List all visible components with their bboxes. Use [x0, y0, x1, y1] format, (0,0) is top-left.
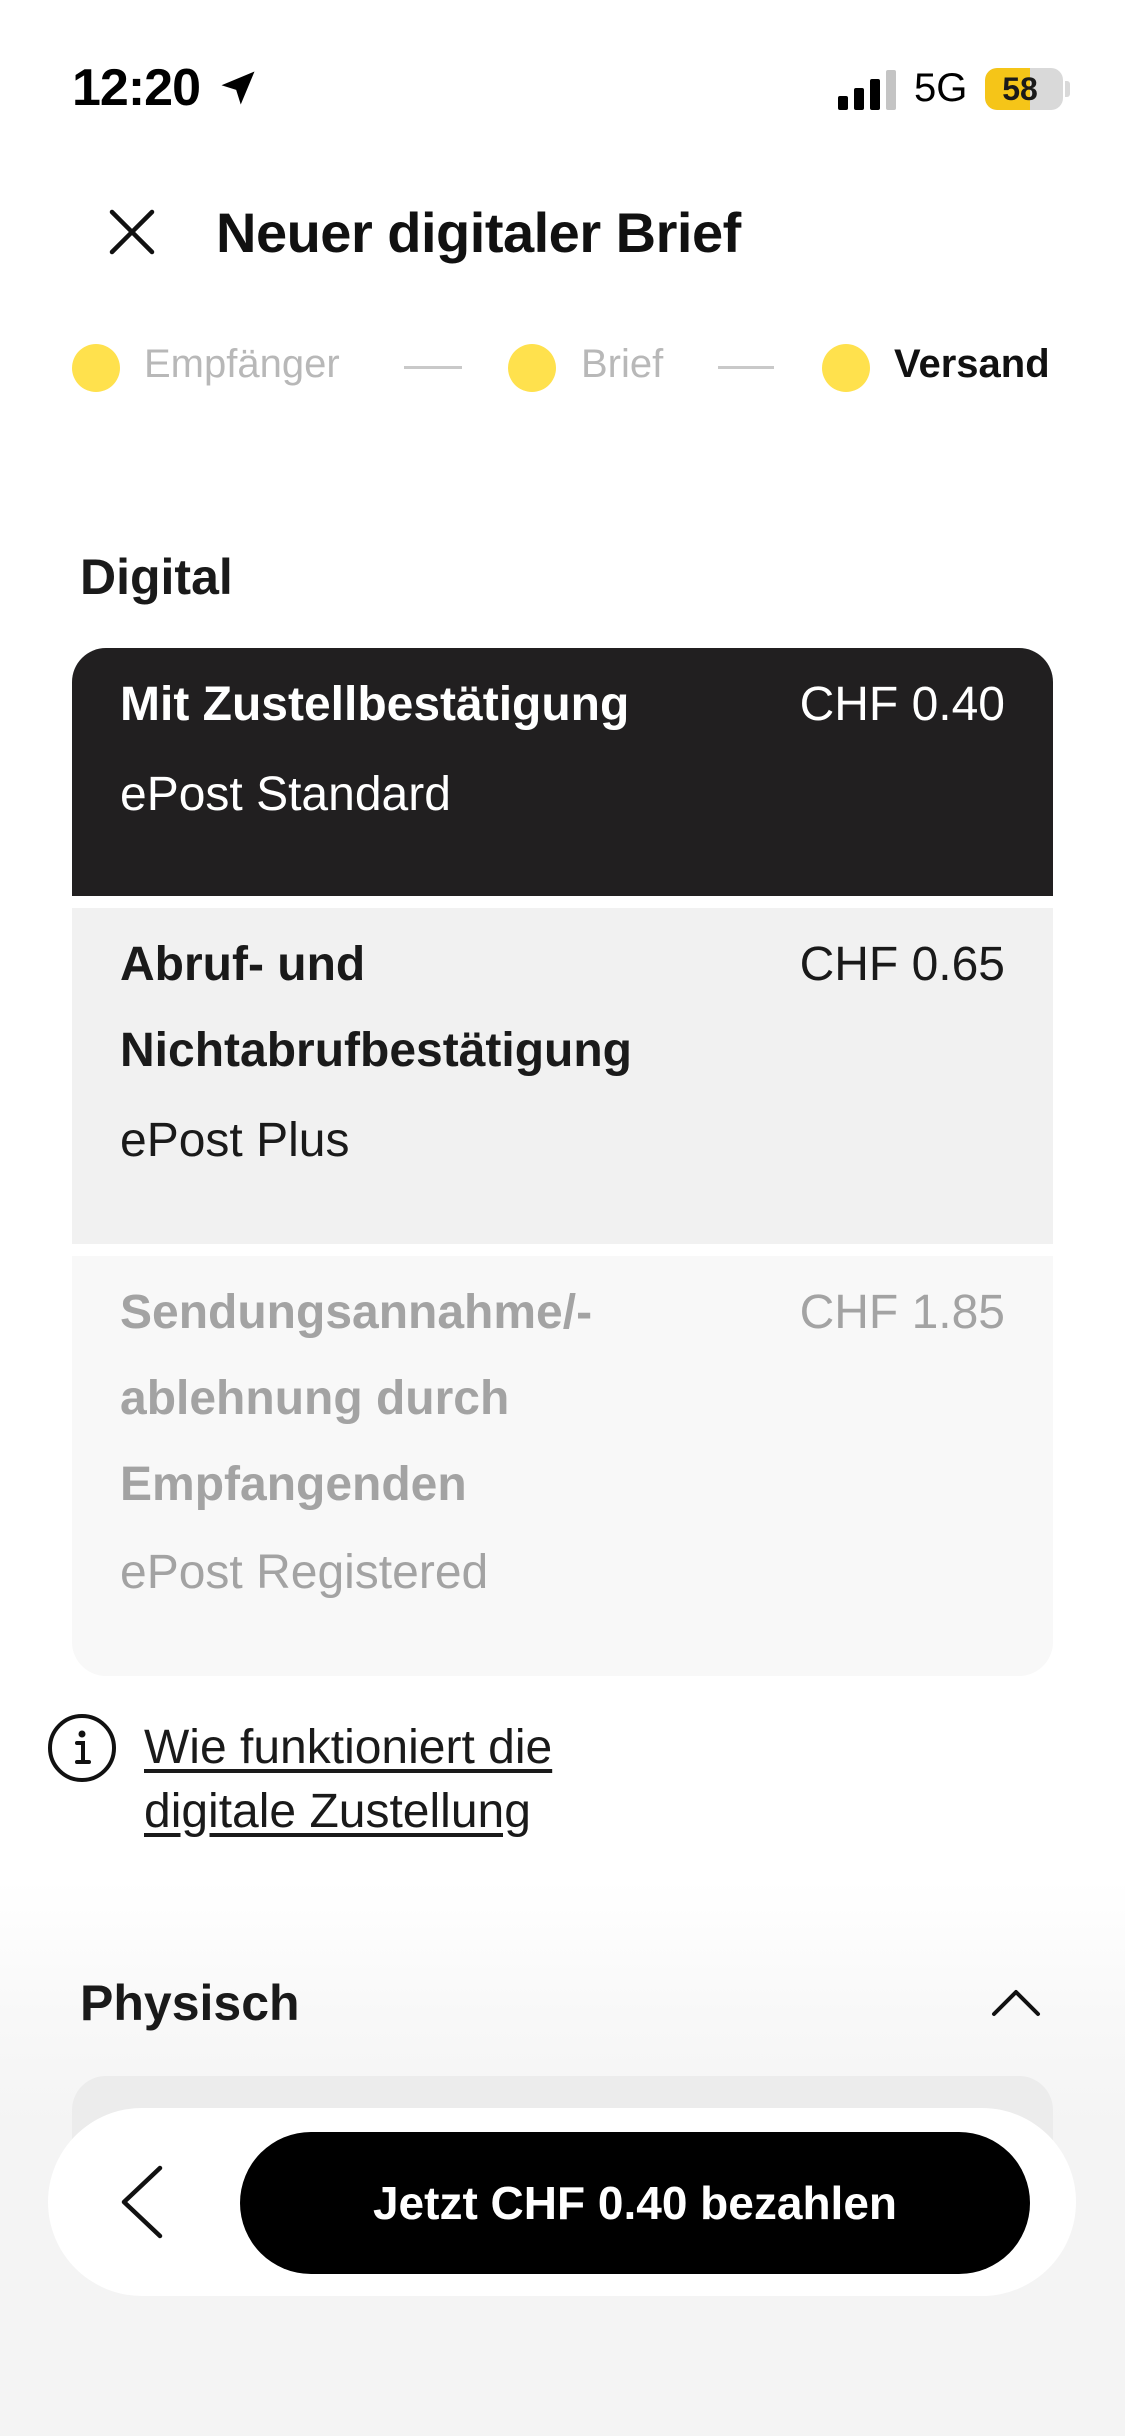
- screen: 12:20 5G 58 Neuer digitaler Brief Empfän…: [0, 0, 1125, 2436]
- step-label-brief: Brief: [581, 342, 664, 386]
- step-dot-empfaenger: [72, 344, 120, 392]
- option-title-line1: Abruf- und: [120, 938, 366, 991]
- step-label-versand: Versand: [894, 342, 1050, 386]
- option-subtitle: ePost Registered: [120, 1546, 489, 1599]
- section-title-digital: Digital: [80, 549, 233, 605]
- option-price: CHF 1.85: [799, 1286, 1005, 1339]
- pay-button[interactable]: Jetzt CHF 0.40 bezahlen: [240, 2132, 1030, 2274]
- option-title: Mit Zustellbestätigung: [120, 678, 630, 731]
- battery-tip: [1065, 81, 1070, 97]
- option-price: CHF 0.40: [799, 678, 1005, 731]
- option-subtitle: ePost Plus: [120, 1114, 350, 1167]
- close-icon[interactable]: [100, 200, 164, 264]
- status-time: 12:20: [72, 59, 201, 117]
- battery-icon: 58: [985, 68, 1070, 110]
- option-price: CHF 0.65: [799, 938, 1005, 991]
- section-title-physisch: Physisch: [80, 1975, 300, 2031]
- option-title-line2: ablehnung durch: [120, 1372, 510, 1425]
- step-divider: [718, 366, 774, 369]
- option-title-line3: Empfangenden: [120, 1458, 467, 1511]
- location-arrow-icon: [221, 71, 255, 105]
- option-epost-standard[interactable]: Mit Zustellbestätigung ePost Standard CH…: [72, 648, 1053, 896]
- info-icon: [48, 1714, 116, 1782]
- info-link-line1: Wie funktioniert die: [144, 1721, 553, 1774]
- signal-icon: [838, 70, 896, 110]
- status-bar: 12:20 5G 58: [0, 0, 1125, 150]
- option-epost-plus[interactable]: Abruf- und Nichtabrufbestätigung ePost P…: [72, 908, 1053, 1244]
- option-subtitle: ePost Standard: [120, 768, 451, 821]
- page-title: Neuer digitaler Brief: [216, 201, 741, 264]
- chevron-up-icon[interactable]: [990, 1984, 1042, 2020]
- network-label: 5G: [914, 66, 968, 110]
- step-dot-versand: [822, 344, 870, 392]
- option-title-line2: Nichtabrufbestätigung: [120, 1024, 632, 1077]
- info-link-line2: digitale Zustellung: [144, 1785, 531, 1838]
- option-epost-registered: Sendungsannahme/- ablehnung durch Empfan…: [72, 1256, 1053, 1676]
- back-chevron-icon[interactable]: [110, 2164, 180, 2240]
- battery-body: 58: [985, 68, 1063, 110]
- info-link-digitale-zustellung[interactable]: Wie funktioniert die digitale Zustellung: [144, 1716, 744, 1844]
- step-divider: [404, 366, 462, 369]
- option-title-line1: Sendungsannahme/-: [120, 1286, 593, 1339]
- battery-level: 58: [1002, 71, 1038, 107]
- step-label-empfaenger: Empfänger: [144, 342, 340, 386]
- step-dot-brief: [508, 344, 556, 392]
